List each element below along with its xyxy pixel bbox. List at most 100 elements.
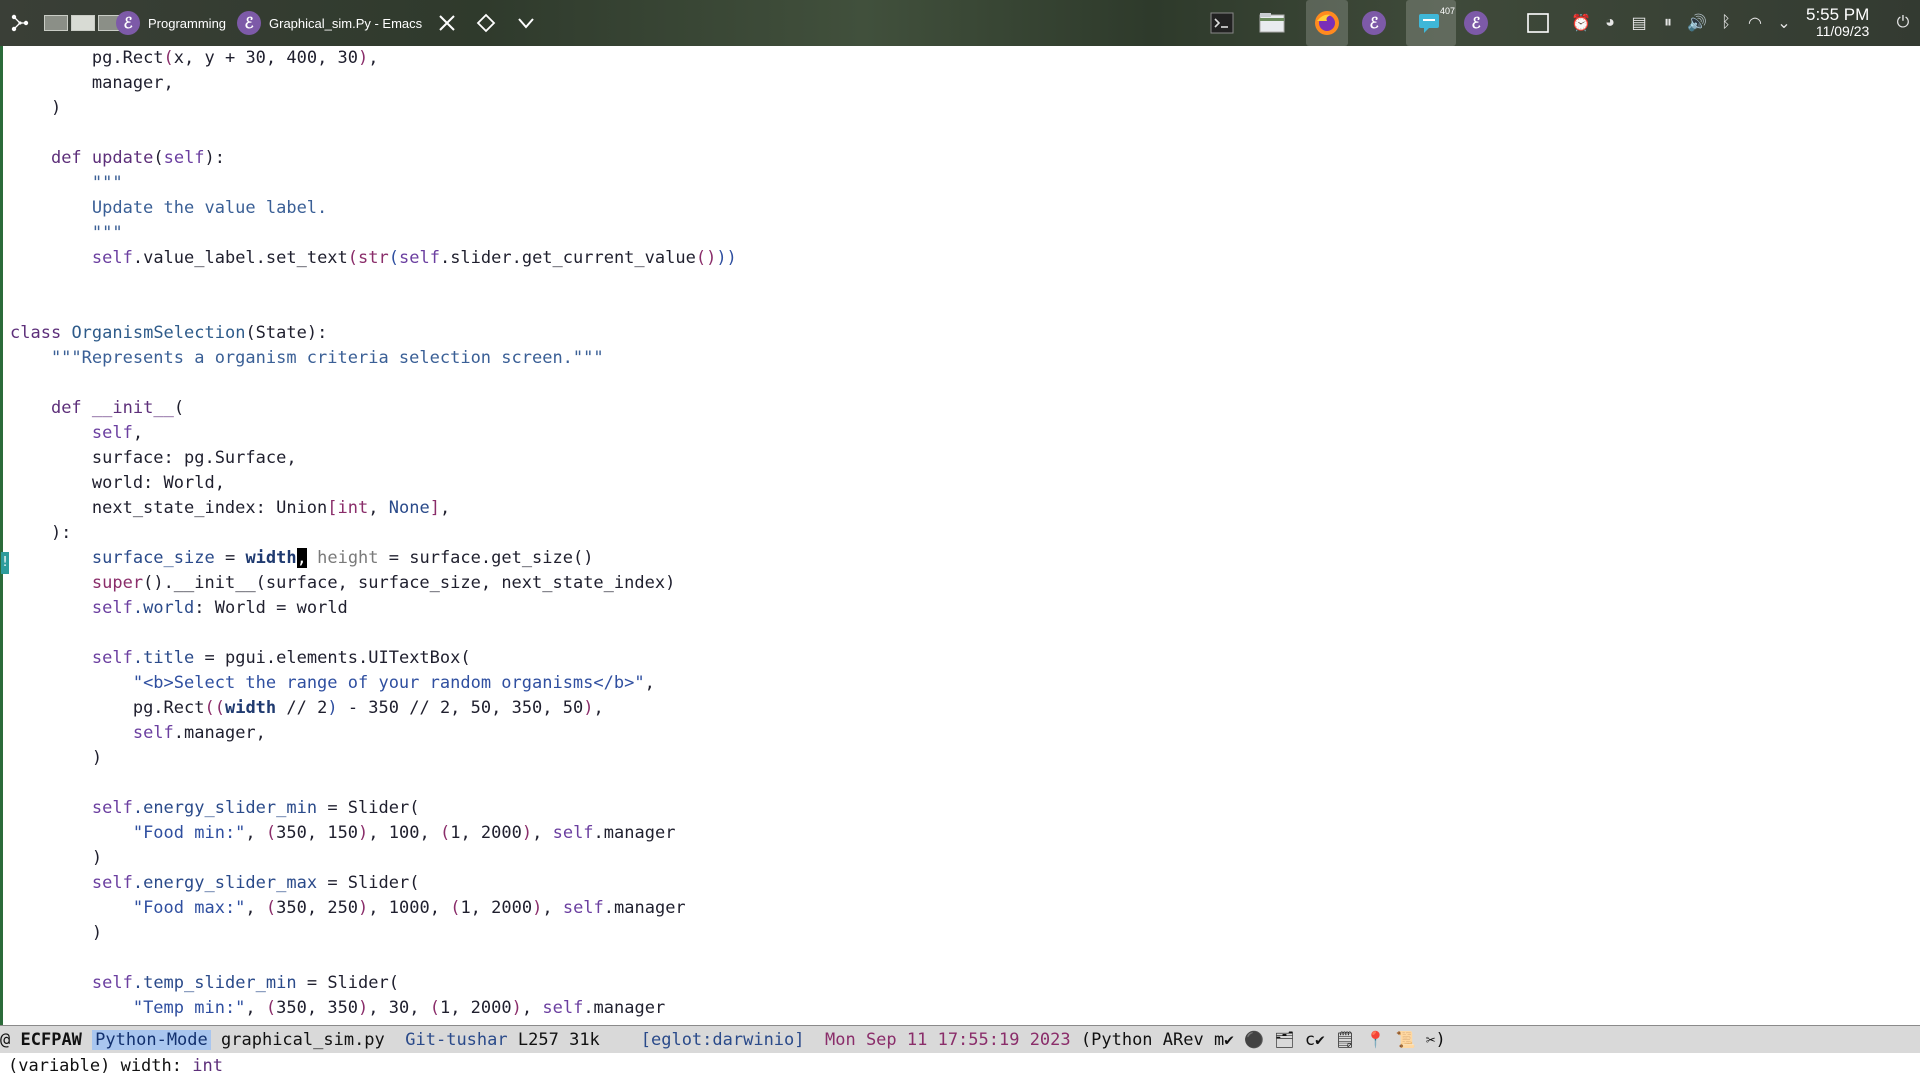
code-line: self.title = pgui.elements.UITextBox(: [91, 648, 471, 668]
folder-icon: 🗂: [1274, 1030, 1295, 1049]
code-line: manager,: [10, 73, 174, 93]
task-emacs-window[interactable]: ℰ Graphical_sim.Py - Emacs: [237, 0, 422, 46]
scroll-icon: 📜: [1395, 1030, 1416, 1049]
code-area[interactable]: pg.Rect(x, y + 30, 400, 30), manager, ) …: [10, 46, 737, 1021]
terminal-launcher[interactable]: [1208, 0, 1236, 46]
pin-icon: 📍: [1365, 1030, 1386, 1049]
buffer-name[interactable]: graphical_sim.py: [221, 1030, 385, 1050]
code-line: self.world: World = world: [91, 598, 348, 618]
clock[interactable]: 5:55 PM 11/09/23: [1806, 0, 1869, 46]
wifi-icon[interactable]: ◠: [1742, 13, 1768, 33]
notification-count: 407: [1440, 6, 1456, 16]
major-mode[interactable]: Python-Mode: [92, 1029, 211, 1050]
volume-icon[interactable]: 🔊: [1684, 13, 1710, 33]
power-icon: ⏻: [1896, 14, 1910, 31]
code-line: pg.Rect(x, y + 30, 400, 30),: [91, 48, 379, 68]
desktop-icon: [1524, 9, 1552, 37]
bluetooth-icon[interactable]: ᛒ: [1713, 14, 1739, 32]
taskbar: ℰ Programming ℰ Graphical_sim.Py - Emacs: [0, 0, 1920, 46]
code-line: self.value_label.set_text(str(self.slide…: [91, 248, 737, 268]
code-line: ): [10, 848, 103, 868]
echo-prefix: (variable) width:: [8, 1056, 193, 1076]
clipboard-icon[interactable]: ▤: [1626, 13, 1652, 33]
code-line: class OrganismSelection(State):: [10, 323, 328, 343]
chevron-down-icon: [512, 9, 540, 37]
code-line: """: [10, 173, 123, 193]
launcher-icon: [6, 9, 34, 37]
echo-area: (variable) width: int: [0, 1053, 1920, 1080]
mode-line[interactable]: @ ECFPAW Python-Mode graphical_sim.py Gi…: [0, 1025, 1920, 1053]
task-label: Programming: [148, 15, 227, 31]
code-line: self.manager,: [132, 723, 266, 743]
code-line: ): [10, 98, 62, 118]
keep-above-button[interactable]: [472, 0, 500, 46]
code-line: """: [10, 223, 123, 243]
record-icon: ⚫: [1244, 1030, 1264, 1049]
power-button[interactable]: ⏻: [1890, 0, 1916, 46]
window-title: Graphical_sim.Py - Emacs: [269, 15, 423, 31]
code-line: """Represents a organism criteria select…: [10, 348, 604, 368]
launcher-button[interactable]: [6, 0, 34, 46]
modeline-datetime: Mon Sep 11 17:55:19 2023: [825, 1029, 1071, 1050]
minor-modes[interactable]: (Python ARev m: [1081, 1030, 1224, 1050]
emacs-icon: ℰ: [237, 11, 261, 35]
code-line: ):: [10, 523, 72, 543]
code-line: self.energy_slider_min = Slider(: [91, 798, 420, 818]
code-line: world: World,: [10, 473, 225, 493]
clock-time: 5:55 PM: [1806, 5, 1870, 24]
code-line: "Temp min:", (350, 350), 30, (1, 2000), …: [132, 998, 666, 1018]
echo-type: int: [192, 1056, 223, 1076]
file-manager-icon: [1258, 9, 1286, 37]
media-pause-icon[interactable]: ⏸: [1655, 14, 1681, 32]
emacs-icon: ℰ: [116, 11, 140, 35]
diagnostic-marker[interactable]: !: [1, 552, 9, 574]
system-tray: ⏰ ◕ ▤ ⏸ 🔊 ᛒ ◠ ⌄: [1568, 0, 1797, 46]
expand-tray-icon[interactable]: ⌄: [1771, 13, 1797, 33]
show-desktop-button[interactable]: [1524, 0, 1552, 46]
code-line: Update the value label.: [10, 198, 328, 218]
pager-icon: [44, 15, 122, 31]
window-menu-button[interactable]: [512, 0, 540, 46]
diamond-icon: [472, 9, 500, 37]
minor-mode-c: c: [1304, 1029, 1316, 1050]
check-icon: ✔: [1315, 1030, 1325, 1049]
line-position: L257: [517, 1029, 559, 1050]
close-icon: [433, 9, 461, 37]
alarm-icon[interactable]: ⏰: [1568, 13, 1594, 33]
chat-launcher[interactable]: 407: [1406, 0, 1456, 46]
code-line: self.temp_slider_min = Slider(: [91, 973, 399, 993]
firefox-icon: [1313, 9, 1341, 37]
pager[interactable]: [44, 0, 122, 46]
git-branch[interactable]: Git-tushar: [405, 1030, 507, 1050]
code-line: next_state_index: Union[int, None],: [10, 498, 451, 518]
clock-date: 11/09/23: [1815, 23, 1870, 39]
code-line: self,: [91, 423, 144, 443]
eglot-status[interactable]: [eglot:darwinio]: [641, 1030, 805, 1050]
code-line: def __init__(: [50, 398, 185, 418]
close-window-button[interactable]: [433, 0, 461, 46]
notepad-icon: 🗒: [1334, 1030, 1356, 1049]
left-fringe: [0, 46, 3, 1025]
firefox-launcher[interactable]: [1306, 0, 1348, 46]
check-icon: ✔: [1224, 1030, 1234, 1049]
code-line: super().__init__(surface, surface_size, …: [91, 573, 676, 593]
color-icon[interactable]: ◕: [1597, 14, 1623, 32]
code-line: self.energy_slider_max = Slider(: [91, 873, 420, 893]
file-manager-launcher[interactable]: [1258, 0, 1286, 46]
modeline-at: @: [0, 1029, 11, 1050]
buffer-size: 31k: [569, 1029, 600, 1050]
modeline-flags: ECFPAW: [20, 1029, 82, 1050]
code-line: pg.Rect((width // 2) - 350 // 2, 50, 350…: [132, 698, 604, 718]
scissors-icon: ✂: [1425, 1030, 1436, 1049]
editor-buffer[interactable]: ! pg.Rect(x, y + 30, 400, 30), manager, …: [0, 46, 1920, 1025]
emacs-icon: ℰ: [1362, 11, 1386, 35]
emacs-launcher[interactable]: ℰ: [1362, 0, 1386, 46]
task-programming[interactable]: ℰ Programming: [116, 0, 226, 46]
emacs-launcher-2[interactable]: ℰ: [1464, 0, 1488, 46]
